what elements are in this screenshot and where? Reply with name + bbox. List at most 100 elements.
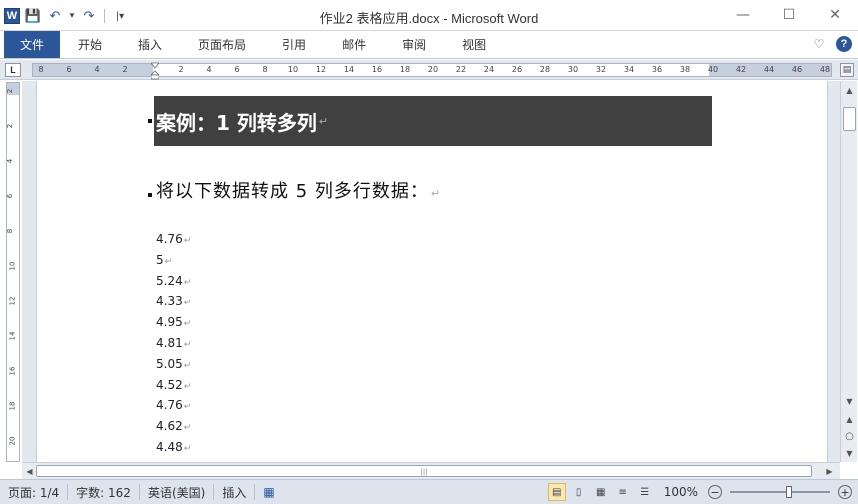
data-value-line[interactable]: 4.76↵ [156,395,191,416]
scroll-right-icon[interactable]: ▶ [822,464,837,479]
next-page-icon[interactable]: ▼ [842,446,857,461]
tab-references[interactable]: 引用 [264,31,324,58]
ruler-tick-label: 8 [262,65,268,74]
vertical-scrollbar[interactable]: ▲ ▼ ▲ ○ ▼ [840,81,857,462]
tab-mailings[interactable]: 邮件 [324,31,384,58]
tab-view[interactable]: 视图 [444,31,504,58]
vertical-ruler-tick-label: 10 [8,261,17,271]
close-button[interactable]: ✕ [812,0,858,30]
tab-selector-icon[interactable]: L [5,63,21,77]
word-app-icon[interactable]: W [4,8,20,24]
horizontal-scrollbar[interactable]: ◀ ||| ▶ [22,462,840,479]
zoom-out-icon[interactable]: − [708,485,722,499]
vertical-ruler-tick-label: 4 [6,158,15,164]
help-icon[interactable]: ? [836,36,852,52]
vertical-ruler-tick-label: 6 [6,193,15,199]
indent-marker-icon[interactable] [151,60,159,80]
data-value-text: 4.48 [156,439,183,454]
ruler-tick-label: 18 [399,65,411,74]
previous-page-icon[interactable]: ▲ [842,412,857,427]
paragraph-mark: ↵ [183,298,192,309]
status-word-count[interactable]: 字数: 162 [68,484,140,500]
window-controls: — ☐ ✕ [720,0,858,30]
paragraph-mark: ↵ [318,114,329,128]
ruler-tick-label: 12 [315,65,327,74]
outline-view-icon[interactable]: ≡ [614,483,632,501]
quick-access-toolbar: W 💾 ↶ ▾ ↷ |▾ [4,6,129,26]
data-value-list: 4.76↵ 5↵ 5.24↵ 4.33↵ 4.95↵ 4.81↵ 5.05↵ 4.52↵ 4.7… [156,229,191,462]
vertical-ruler-tick-label: 16 [8,366,17,376]
tab-home[interactable]: 开始 [60,31,120,58]
view-ruler-icon[interactable]: ▤ [840,63,854,77]
ruler-tick-label: 6 [234,65,240,74]
ruler-tick-label: 4 [94,65,100,74]
full-screen-reading-icon[interactable]: ▯ [570,483,588,501]
redo-icon[interactable]: ↷ [80,7,98,25]
customize-qat-icon[interactable]: |▾ [111,7,129,25]
ruler-tick-label: 36 [651,65,663,74]
vertical-ruler-tick-label: 20 [8,436,17,446]
maximize-button[interactable]: ☐ [766,0,812,30]
vertical-ruler[interactable]: 2 2 4 6 8 10 12 14 16 18 20 [6,82,20,462]
undo-icon[interactable]: ↶ [46,7,64,25]
data-value-line[interactable]: 4.62↵ [156,416,191,437]
tab-page-layout[interactable]: 页面布局 [180,31,264,58]
status-language[interactable]: 英语(美国) [140,484,215,500]
ruler-tick-label: 8 [38,65,44,74]
paragraph-mark: ↵ [183,381,192,392]
data-value-line[interactable]: 4.76↵ [156,229,191,250]
data-value-line[interactable]: 5.24↵ [156,271,191,292]
ruler-tick-label: 46 [791,65,803,74]
subheading-block[interactable]: 将以下数据转成 5 列多行数据： ↵ [156,177,441,203]
ruler-left-margin [33,64,153,76]
title-bar: W 💾 ↶ ▾ ↷ |▾ 作业2 表格应用.docx - Microsoft W… [0,0,858,31]
minimize-button[interactable]: — [720,0,766,30]
data-value-text: 5.24 [156,273,183,288]
vertical-scroll-thumb[interactable] [843,107,856,131]
horizontal-scroll-thumb[interactable]: ||| [36,465,812,477]
data-value-text: 4.95 [156,315,183,330]
data-value-line[interactable]: 4.52↵ [156,375,191,396]
data-value-line[interactable]: 4.95↵ [156,312,191,333]
scroll-down-icon[interactable]: ▼ [842,394,857,409]
vertical-ruler-tick-label: 8 [6,228,15,234]
web-layout-icon[interactable]: ▦ [592,483,610,501]
tab-file[interactable]: 文件 [4,31,60,58]
heading-block[interactable]: 案例：1 列转多列 ↵ [154,96,712,146]
tab-review[interactable]: 审阅 [384,31,444,58]
ruler-tick-label: 40 [707,65,719,74]
browse-object-icon[interactable]: ○ [842,429,857,444]
data-value-line[interactable]: 5.05↵ [156,354,191,375]
data-value-line[interactable]: 5↵ [156,250,191,271]
ruler-tick-label: 26 [511,65,523,74]
tab-insert[interactable]: 插入 [120,31,180,58]
scroll-left-icon[interactable]: ◀ [22,464,37,479]
undo-dropdown-icon[interactable]: ▾ [68,7,76,25]
zoom-level[interactable]: 100% [658,485,704,499]
draft-view-icon[interactable]: ☰ [636,483,654,501]
status-insert-mode[interactable]: 插入 [214,484,256,500]
paragraph-mark: ↵ [183,236,192,246]
ruler-tick-label: 2 [178,65,184,74]
vertical-ruler-tick-label: 2 [6,88,15,94]
paragraph-mark: ↵ [183,277,192,288]
vertical-ruler-tick-label: 2 [6,123,15,129]
status-bar: 页面: 1/4 字数: 162 英语(美国) 插入 ▦ ▤ ▯ ▦ ≡ ☰ 10… [0,479,858,504]
zoom-slider[interactable] [730,486,830,498]
status-right-controls: ▤ ▯ ▦ ≡ ☰ 100% − + [547,483,852,501]
data-value-line[interactable]: 4.81↵ [156,333,191,354]
status-page-count[interactable]: 页面: 1/4 [0,484,69,500]
ruler-tick-label: 4 [206,65,212,74]
data-value-line[interactable]: 4.33↵ [156,291,191,312]
scroll-up-icon[interactable]: ▲ [842,83,857,98]
ruler-tick-label: 44 [763,65,775,74]
minimize-ribbon-icon[interactable]: ♡ [810,35,828,53]
document-page[interactable]: 案例：1 列转多列 ↵ 将以下数据转成 5 列多行数据： ↵ 4.76↵ 5↵ 5.24… [36,81,828,462]
vertical-ruler-tick-label: 14 [8,331,17,341]
print-layout-view-icon[interactable]: ▤ [547,483,566,501]
data-value-line[interactable]: 4.48↵ [156,437,191,458]
zoom-in-icon[interactable]: + [838,485,852,499]
macro-record-icon[interactable]: ▦ [255,484,282,500]
zoom-slider-thumb[interactable] [786,486,792,498]
save-icon[interactable]: 💾 [24,7,42,25]
